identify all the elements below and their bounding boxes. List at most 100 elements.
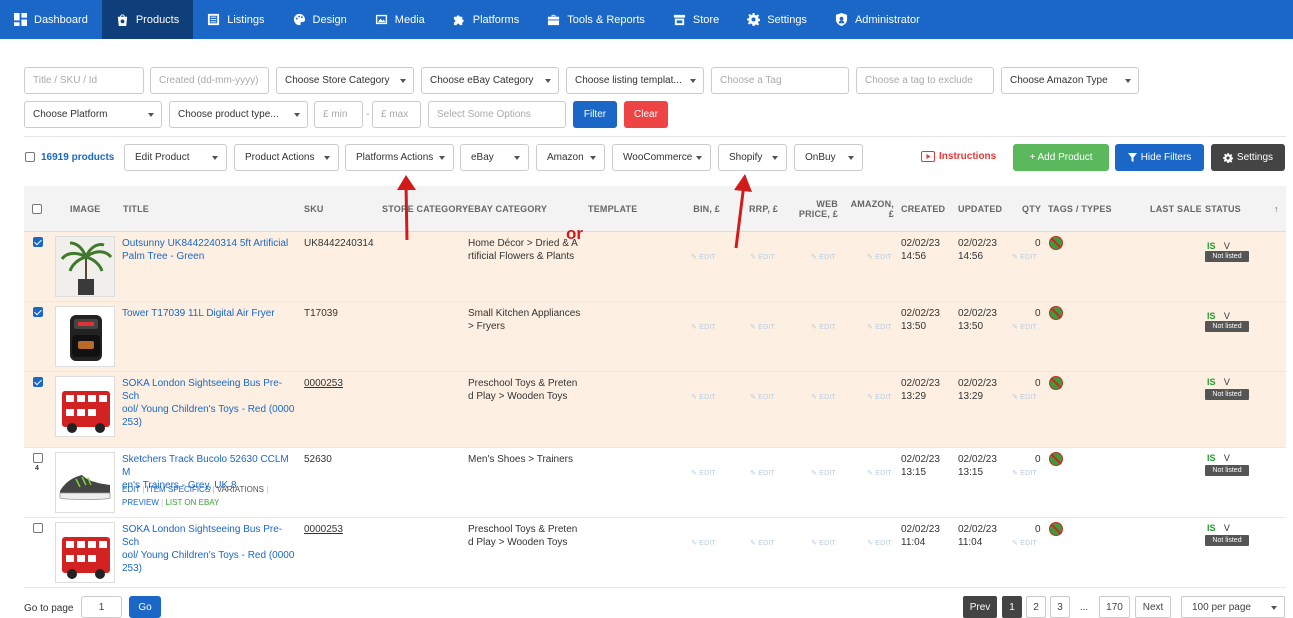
nav-platforms[interactable]: Platforms: [439, 0, 533, 39]
rrp-edit-link[interactable]: ✎ EDIT: [750, 323, 775, 331]
title-sku-input[interactable]: Title / SKU / Id: [24, 67, 144, 94]
hide-filters-button[interactable]: Hide Filters: [1115, 144, 1204, 171]
edit-link[interactable]: EDIT: [122, 485, 140, 494]
nav-store[interactable]: Store: [659, 0, 733, 39]
product-thumbnail[interactable]: [55, 306, 115, 367]
settings-button[interactable]: Settings: [1211, 144, 1285, 171]
tag-select[interactable]: Choose a Tag: [711, 67, 849, 94]
amazon-edit-link[interactable]: ✎ EDIT: [867, 393, 892, 401]
web-price-edit-link[interactable]: ✎ EDIT: [811, 539, 836, 547]
add-product-button[interactable]: + Add Product: [1013, 144, 1109, 171]
rrp-edit-link[interactable]: ✎ EDIT: [750, 539, 775, 547]
rrp-edit-link[interactable]: ✎ EDIT: [750, 469, 775, 477]
select-all-products-checkbox[interactable]: [25, 152, 35, 165]
options-select[interactable]: Select Some Options: [428, 101, 566, 128]
row-checkbox[interactable]: [33, 377, 43, 390]
sku-link[interactable]: 0000253: [304, 523, 343, 536]
filter-button[interactable]: Filter: [573, 101, 617, 128]
product-type-select[interactable]: Choose product type...: [169, 101, 308, 128]
nav-tools-reports[interactable]: Tools & Reports: [533, 0, 659, 39]
col-sku[interactable]: SKU: [304, 186, 324, 232]
row-checkbox[interactable]: [33, 307, 43, 320]
amazon-dropdown[interactable]: Amazon: [536, 144, 605, 171]
col-web-price[interactable]: WEB PRICE, £: [784, 186, 838, 232]
bin-edit-link[interactable]: ✎ EDIT: [691, 253, 716, 261]
col-last-sale[interactable]: LAST SALE: [1150, 186, 1202, 232]
qty-edit-link[interactable]: ✎ EDIT: [1012, 393, 1037, 401]
woocommerce-dropdown[interactable]: WooCommerce: [612, 144, 711, 171]
product-thumbnail[interactable]: [55, 452, 115, 513]
product-actions-dropdown[interactable]: Product Actions: [234, 144, 339, 171]
nav-listings[interactable]: Listings: [193, 0, 278, 39]
col-qty[interactable]: QTY: [1022, 186, 1041, 232]
amazon-edit-link[interactable]: ✎ EDIT: [867, 323, 892, 331]
edit-product-dropdown[interactable]: Edit Product: [124, 144, 227, 171]
table-row[interactable]: SOKA London Sightseeing Bus Pre-Sch ool/…: [24, 518, 1286, 588]
product-thumbnail[interactable]: [55, 376, 115, 437]
item-specifics-link[interactable]: ITEM SPECIFICS: [147, 485, 211, 494]
table-row[interactable]: 4 Sketchers Track Bucolo 52630 CCLM M en…: [24, 448, 1286, 518]
amazon-type-select[interactable]: Choose Amazon Type: [1001, 67, 1139, 94]
no-tag-icon[interactable]: [1049, 452, 1063, 466]
amazon-edit-link[interactable]: ✎ EDIT: [867, 253, 892, 261]
platforms-actions-dropdown[interactable]: Platforms Actions: [345, 144, 454, 171]
bin-edit-link[interactable]: ✎ EDIT: [691, 469, 716, 477]
list-on-ebay-link[interactable]: LIST ON EBAY: [165, 498, 219, 507]
platform-select[interactable]: Choose Platform: [24, 101, 162, 128]
bin-edit-link[interactable]: ✎ EDIT: [691, 393, 716, 401]
nav-products[interactable]: Products: [101, 0, 194, 39]
created-date-input[interactable]: Created (dd-mm-yyyy): [150, 67, 269, 94]
product-title-link[interactable]: Tower T17039 11L Digital Air Fryer: [122, 307, 298, 320]
web-price-edit-link[interactable]: ✎ EDIT: [811, 253, 836, 261]
qty-edit-link[interactable]: ✎ EDIT: [1012, 253, 1037, 261]
qty-edit-link[interactable]: ✎ EDIT: [1012, 539, 1037, 547]
ebay-category-select[interactable]: Choose eBay Category: [421, 67, 559, 94]
shopify-dropdown[interactable]: Shopify: [718, 144, 787, 171]
table-row[interactable]: Outsunny UK8442240314 5ft Artificial Pal…: [24, 232, 1286, 302]
col-store-category[interactable]: STORE CATEGORY: [382, 186, 468, 232]
rrp-edit-link[interactable]: ✎ EDIT: [750, 253, 775, 261]
col-image[interactable]: IMAGE: [70, 186, 101, 232]
row-checkbox[interactable]: [33, 523, 43, 536]
preview-link[interactable]: PREVIEW: [122, 498, 159, 507]
price-max-input[interactable]: £ max: [372, 101, 421, 128]
nav-administrator[interactable]: Administrator: [821, 0, 934, 39]
qty-edit-link[interactable]: ✎ EDIT: [1012, 323, 1037, 331]
amazon-edit-link[interactable]: ✎ EDIT: [867, 539, 892, 547]
table-row[interactable]: Tower T17039 11L Digital Air Fryer T1703…: [24, 302, 1286, 372]
nav-dashboard[interactable]: Dashboard: [0, 0, 102, 39]
instructions-link[interactable]: Instructions: [921, 151, 996, 162]
table-row[interactable]: SOKA London Sightseeing Bus Pre-Sch ool/…: [24, 372, 1286, 448]
col-bin[interactable]: BIN, £: [664, 186, 720, 232]
col-status[interactable]: STATUS: [1205, 186, 1241, 232]
web-price-edit-link[interactable]: ✎ EDIT: [811, 323, 836, 331]
tag-exclude-select[interactable]: Choose a tag to exclude: [856, 67, 994, 94]
bin-edit-link[interactable]: ✎ EDIT: [691, 323, 716, 331]
col-ebay-category[interactable]: EBAY CATEGORY: [468, 186, 547, 232]
col-rrp[interactable]: RRP, £: [724, 186, 778, 232]
col-title[interactable]: TITLE: [123, 186, 149, 232]
col-updated[interactable]: UPDATED: [958, 186, 1002, 232]
nav-media[interactable]: Media: [361, 0, 439, 39]
product-title-link[interactable]: SOKA London Sightseeing Bus Pre-Sch ool/…: [122, 377, 298, 429]
amazon-edit-link[interactable]: ✎ EDIT: [867, 469, 892, 477]
sku-link[interactable]: 0000253: [304, 377, 343, 390]
rrp-edit-link[interactable]: ✎ EDIT: [750, 393, 775, 401]
no-tag-icon[interactable]: [1049, 306, 1063, 320]
no-tag-icon[interactable]: [1049, 522, 1063, 536]
nav-settings[interactable]: Settings: [733, 0, 821, 39]
no-tag-icon[interactable]: [1049, 236, 1063, 250]
no-tag-icon[interactable]: [1049, 376, 1063, 390]
web-price-edit-link[interactable]: ✎ EDIT: [811, 393, 836, 401]
col-template[interactable]: TEMPLATE: [588, 186, 637, 232]
select-all-checkbox[interactable]: [32, 186, 42, 232]
col-amazon[interactable]: AMAZON, £: [842, 186, 894, 232]
web-price-edit-link[interactable]: ✎ EDIT: [811, 469, 836, 477]
ebay-dropdown[interactable]: eBay: [460, 144, 529, 171]
clear-button[interactable]: Clear: [624, 101, 668, 128]
col-created[interactable]: CREATED: [901, 186, 945, 232]
product-title-link[interactable]: SOKA London Sightseeing Bus Pre-Sch ool/…: [122, 523, 298, 575]
sort-arrow-icon[interactable]: ↑: [1274, 186, 1279, 232]
onbuy-dropdown[interactable]: OnBuy: [794, 144, 863, 171]
listing-template-select[interactable]: Choose listing templat...: [566, 67, 704, 94]
